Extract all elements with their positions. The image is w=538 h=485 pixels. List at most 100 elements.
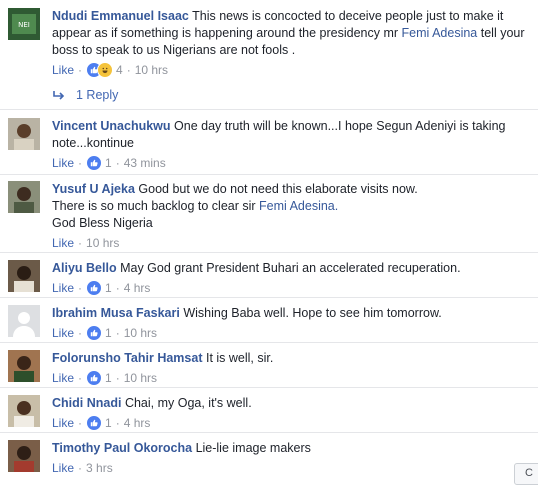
comment-text: Good but we do not need this elaborate v… (138, 182, 418, 196)
avatar[interactable] (8, 181, 40, 213)
comment-vincent: Vincent Unachukwu One day truth will be … (0, 118, 538, 173)
svg-text:NEI: NEI (18, 21, 30, 29)
comment-meta: Like · 4 · 10 hrs (52, 62, 534, 78)
like-button[interactable]: Like (52, 280, 74, 296)
timestamp[interactable]: 10 hrs (124, 325, 157, 341)
reaction-count[interactable]: 1 (105, 155, 112, 171)
avatar[interactable] (8, 118, 40, 150)
comment-author[interactable]: Ibrahim Musa Faskari (52, 306, 180, 320)
timestamp[interactable]: 4 hrs (124, 280, 151, 296)
comment-text: May God grant President Buhari an accele… (120, 261, 461, 275)
timestamp[interactable]: 43 mins (124, 155, 166, 171)
divider (0, 432, 538, 433)
like-reaction-icon (86, 325, 103, 341)
comment-ibrahim: Ibrahim Musa Faskari Wishing Baba well. … (0, 305, 538, 341)
comment-author[interactable]: Vincent Unachukwu (52, 119, 171, 133)
comment-author[interactable]: Chidi Nnadi (52, 396, 121, 410)
avatar[interactable] (8, 350, 40, 382)
comment-text: Lie-lie image makers (195, 441, 311, 455)
separator-dot: · (78, 63, 83, 77)
comment-text: There is so much backlog to clear sir (52, 199, 260, 213)
separator-dot: · (78, 371, 83, 385)
view-replies-link[interactable]: 1 Reply (52, 88, 118, 102)
comment-meta: Like · 1 · 4 hrs (52, 280, 534, 296)
divider (0, 387, 538, 388)
reaction-count[interactable]: 1 (105, 370, 112, 386)
mention-link[interactable]: Femi Adesina (402, 26, 478, 40)
avatar[interactable] (8, 440, 40, 472)
comment-author[interactable]: Timothy Paul Okorocha (52, 441, 192, 455)
timestamp[interactable]: 3 hrs (86, 460, 113, 476)
comment-meta: Like · 1 · 43 mins (52, 155, 534, 171)
reactions[interactable] (86, 62, 114, 78)
like-reaction-icon (86, 280, 103, 296)
reaction-count[interactable]: 4 (116, 62, 123, 78)
avatar[interactable] (8, 305, 40, 337)
separator-dot: · (78, 416, 83, 430)
timestamp[interactable]: 10 hrs (124, 370, 157, 386)
comment-folorunsho: Folorunsho Tahir Hamsat It is well, sir.… (0, 350, 538, 386)
like-reaction-icon (86, 155, 103, 171)
reaction-count[interactable]: 1 (105, 280, 112, 296)
comment-author[interactable]: Yusuf U Ajeka (52, 182, 135, 196)
divider (0, 342, 538, 343)
avatar[interactable]: NEI (8, 8, 40, 40)
reactions[interactable] (86, 415, 103, 431)
like-button[interactable]: Like (52, 460, 74, 476)
comment-aliyu: Aliyu Bello May God grant President Buha… (0, 260, 538, 296)
comment-text: Wishing Baba well. Hope to see him tomor… (183, 306, 442, 320)
comment-meta: Like · 1 · 4 hrs (52, 415, 534, 431)
comment-author[interactable]: Aliyu Bello (52, 261, 117, 275)
like-button[interactable]: Like (52, 325, 74, 341)
timestamp[interactable]: 4 hrs (124, 415, 151, 431)
like-button[interactable]: Like (52, 62, 74, 78)
comment-text: Chai, my Oga, it's well. (124, 396, 252, 410)
separator-dot: · (115, 281, 120, 295)
avatar[interactable] (8, 260, 40, 292)
reactions[interactable] (86, 155, 103, 171)
separator-dot: · (115, 326, 120, 340)
reaction-count[interactable]: 1 (105, 415, 112, 431)
comment-author[interactable]: Ndudi Emmanuel Isaac (52, 9, 189, 23)
comment-text: It is well, sir. (205, 351, 274, 365)
separator-dot: · (78, 236, 83, 250)
divider (0, 252, 538, 253)
comment-author[interactable]: Folorunsho Tahir Hamsat (52, 351, 202, 365)
divider (0, 174, 538, 175)
like-button[interactable]: Like (52, 235, 74, 251)
reaction-count[interactable]: 1 (105, 325, 112, 341)
comment-meta: Like · 3 hrs (52, 460, 534, 476)
divider (0, 109, 538, 110)
comment-chidi: Chidi Nnadi Chai, my Oga, it's well. Lik… (0, 395, 538, 431)
reactions[interactable] (86, 325, 103, 341)
comment-yusuf: Yusuf U Ajeka Good but we do not need th… (0, 181, 538, 251)
like-button[interactable]: Like (52, 155, 74, 171)
comment-text: God Bless Nigeria (52, 216, 153, 230)
separator-dot: · (78, 326, 83, 340)
like-button[interactable]: Like (52, 370, 74, 386)
mention-link[interactable]: Femi Adesina. (259, 199, 338, 213)
separator-dot: · (78, 156, 83, 170)
comment-meta: Like · 10 hrs (52, 235, 534, 251)
like-reaction-icon (86, 370, 103, 386)
avatar[interactable] (8, 395, 40, 427)
reply-count[interactable]: 1 Reply (76, 88, 118, 102)
comment-ndudi: NEI Ndudi Emmanuel Isaac This news is co… (0, 8, 538, 88)
timestamp[interactable]: 10 hrs (86, 235, 119, 251)
separator-dot: · (115, 156, 120, 170)
separator-dot: · (115, 416, 120, 430)
comment-meta: Like · 1 · 10 hrs (52, 370, 534, 386)
separator-dot: · (115, 371, 120, 385)
chat-button[interactable]: C (514, 463, 538, 485)
reactions[interactable] (86, 370, 103, 386)
like-reaction-icon (86, 415, 103, 431)
haha-reaction-icon (97, 62, 114, 78)
timestamp[interactable]: 10 hrs (135, 62, 168, 78)
reply-arrow-icon (53, 91, 65, 100)
separator-dot: · (126, 63, 131, 77)
comment-meta: Like · 1 · 10 hrs (52, 325, 534, 341)
separator-dot: · (78, 281, 83, 295)
divider (0, 297, 538, 298)
like-button[interactable]: Like (52, 415, 74, 431)
reactions[interactable] (86, 280, 103, 296)
